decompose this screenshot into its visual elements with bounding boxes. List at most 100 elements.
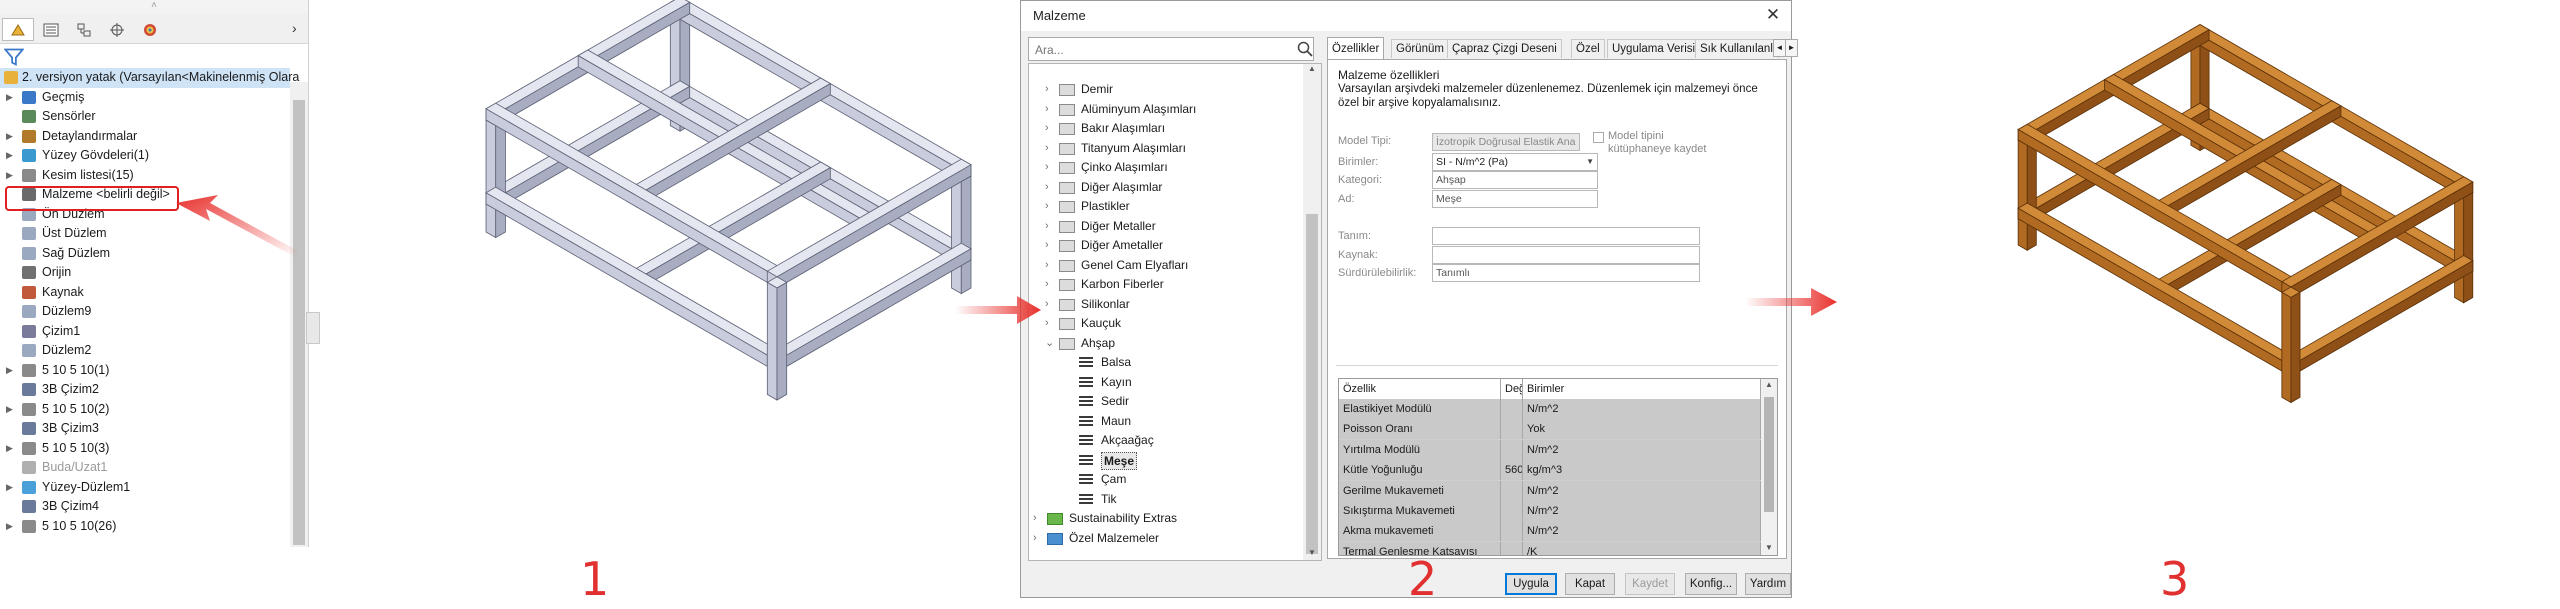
tree-item[interactable]: ▶ Geçmiş	[0, 88, 290, 108]
close-button[interactable]: Kapat	[1565, 573, 1615, 595]
library-folder[interactable]: › Özel Malzemeler	[1029, 529, 1303, 549]
library-folder[interactable]: › Sustainability Extras	[1029, 509, 1303, 529]
tree-item[interactable]: ▶ 5 10 5 10(26)	[0, 517, 290, 537]
chevron-right-icon[interactable]: ›	[1045, 217, 1049, 237]
material-item[interactable]: Çam	[1029, 470, 1303, 490]
model-type-select[interactable]: İzotropik Doğrusal Elastik Ana	[1432, 133, 1580, 151]
chevron-right-icon[interactable]: ›	[1045, 158, 1049, 178]
library-folder[interactable]: › Diğer Alaşımlar	[1029, 178, 1303, 198]
table-row[interactable]: Sıkıştırma Mukavemeti N/m^2	[1339, 501, 1761, 522]
tab-custom[interactable]: Özel	[1571, 39, 1605, 58]
tree-item[interactable]: Sensörler	[0, 107, 290, 127]
chevron-right-icon[interactable]: ›	[1033, 529, 1037, 549]
chevron-down-icon[interactable]: ⌄	[1045, 334, 1054, 354]
library-folder[interactable]: › Titanyum Alaşımları	[1029, 139, 1303, 159]
chevron-right-icon[interactable]: ›	[1045, 100, 1049, 120]
chevron-right-icon[interactable]: ›	[1045, 178, 1049, 198]
scroll-up-icon[interactable]: ▲	[1765, 380, 1773, 389]
tree-item[interactable]: ▶ Detaylandırmalar	[0, 127, 290, 147]
config-button[interactable]: Konfig...	[1685, 573, 1737, 595]
search-icon[interactable]	[1297, 41, 1313, 57]
material-search-field[interactable]	[1028, 37, 1314, 61]
tree-item[interactable]: Orijin	[0, 263, 290, 283]
tree-item[interactable]: Çizim1	[0, 322, 290, 342]
tree-item[interactable]: ▶ Yüzey-Düzlem1	[0, 478, 290, 498]
dimxpert-manager-tab[interactable]	[101, 18, 133, 41]
library-folder[interactable]: › Genel Cam Elyafları	[1029, 256, 1303, 276]
table-row[interactable]: Termal Genleşme Katsayısı/K	[1339, 541, 1761, 555]
tree-item[interactable]: Düzlem2	[0, 341, 290, 361]
expand-arrow-icon[interactable]: ▶	[6, 166, 16, 186]
tab-crosshatch[interactable]: Çapraz Çizgi Deseni	[1447, 39, 1562, 58]
library-folder[interactable]: › Bakır Alaşımları	[1029, 119, 1303, 139]
library-folder[interactable]: › Diğer Ametaller	[1029, 236, 1303, 256]
material-item[interactable]: Akçaağaç	[1029, 431, 1303, 451]
tree-item[interactable]: Düzlem9	[0, 302, 290, 322]
expand-arrow-icon[interactable]: ▶	[6, 146, 16, 166]
chevron-right-icon[interactable]: ›	[1045, 139, 1049, 159]
feature-manager-tab[interactable]	[2, 18, 34, 41]
help-button[interactable]: Yardım	[1745, 573, 1791, 595]
name-field[interactable]: Meşe	[1432, 190, 1598, 208]
table-row[interactable]: Akma mukavemeti N/m^2	[1339, 521, 1761, 543]
display-manager-tab[interactable]	[134, 18, 166, 41]
chevron-right-icon[interactable]: ›	[1045, 197, 1049, 217]
expand-arrow-icon[interactable]: ▶	[6, 478, 16, 498]
scroll-down-icon[interactable]: ▼	[1765, 543, 1773, 552]
tree-item[interactable]: ▶ Kesim listesi(15)	[0, 166, 290, 186]
apply-button[interactable]: Uygula	[1505, 573, 1557, 595]
property-manager-tab[interactable]	[35, 18, 67, 41]
chevron-right-icon[interactable]: ›	[1033, 509, 1037, 529]
tree-item[interactable]: ▶ 5 10 5 10(3)	[0, 439, 290, 459]
tree-root-part[interactable]: 2. versiyon yatak (Varsayılan<Makinelenm…	[0, 68, 299, 88]
library-folder[interactable]: › Karbon Fiberler	[1029, 275, 1303, 295]
tree-item[interactable]: ▶ 5 10 5 10(1)	[0, 361, 290, 381]
expand-arrow-icon[interactable]: ▶	[6, 361, 16, 381]
filter-icon[interactable]	[4, 47, 24, 67]
tree-item[interactable]: 3B Çizim2	[0, 380, 290, 400]
expand-arrow-icon[interactable]: ▶	[6, 88, 16, 108]
library-folder[interactable]: › Çinko Alaşımları	[1029, 158, 1303, 178]
tab-properties[interactable]: Özellikler	[1327, 37, 1385, 60]
library-folder[interactable]: › Kauçuk	[1029, 314, 1303, 334]
material-item[interactable]: Balsa	[1029, 353, 1303, 373]
units-select[interactable]: SI - N/m^2 (Pa) ▼	[1432, 153, 1598, 171]
table-row[interactable]: Yırtılma Modülü N/m^2	[1339, 439, 1761, 461]
material-item[interactable]: Maun	[1029, 412, 1303, 432]
chevron-right-icon[interactable]: ›	[1045, 295, 1049, 315]
table-row[interactable]: Gerilme Mukavemeti N/m^2	[1339, 480, 1761, 502]
material-item[interactable]: Sedir	[1029, 392, 1303, 412]
material-item[interactable]: Kayın	[1029, 373, 1303, 393]
expand-arrow-icon[interactable]: ▶	[6, 439, 16, 459]
chevron-right-icon[interactable]: ›	[1045, 236, 1049, 256]
tree-item[interactable]: ▶ 5 10 5 10(2)	[0, 400, 290, 420]
library-folder[interactable]: › Silikonlar	[1029, 295, 1303, 315]
configuration-manager-tab[interactable]	[68, 18, 100, 41]
library-folder[interactable]: › Plastikler	[1029, 197, 1303, 217]
close-icon[interactable]: ✕	[1763, 5, 1783, 25]
chevron-right-icon[interactable]: ›	[1045, 80, 1049, 100]
tree-item[interactable]: ▶ Yüzey Gövdeleri(1)	[0, 146, 290, 166]
tree-scrollbar-thumb[interactable]	[293, 100, 305, 545]
expand-arrow-icon[interactable]: ▶	[6, 127, 16, 147]
tree-item[interactable]: 3B Çizim3	[0, 419, 290, 439]
tab-application-data[interactable]: Uygulama Verisi	[1607, 39, 1701, 58]
chevron-right-icon[interactable]: ›	[1045, 256, 1049, 276]
source-field[interactable]	[1432, 246, 1700, 264]
table-row[interactable]: Poisson Oranı Yok	[1339, 419, 1761, 441]
save-to-library-checkbox[interactable]	[1593, 132, 1604, 143]
material-item[interactable]: Tik	[1029, 490, 1303, 510]
table-scrollbar-thumb[interactable]	[1764, 397, 1774, 512]
tree-item[interactable]: 3B Çizim4	[0, 497, 290, 517]
library-folder[interactable]: › Demir	[1029, 80, 1303, 100]
table-row[interactable]: Kütle Yoğunluğu 560 kg/m^3	[1339, 460, 1761, 482]
library-folder[interactable]: › Diğer Metaller	[1029, 217, 1303, 237]
library-folder[interactable]: ⌄ Ahşap	[1029, 334, 1303, 354]
material-search-input[interactable]	[1033, 39, 1287, 61]
tab-scroll-right-icon[interactable]: ►	[1785, 39, 1798, 57]
chevron-right-icon[interactable]: ›	[1045, 119, 1049, 139]
chevron-right-icon[interactable]: ›	[1045, 314, 1049, 334]
sustainability-field[interactable]: Tanımlı	[1432, 264, 1700, 282]
scroll-up-icon[interactable]: ▲	[1308, 64, 1316, 73]
expand-arrow-icon[interactable]: ▶	[6, 400, 16, 420]
